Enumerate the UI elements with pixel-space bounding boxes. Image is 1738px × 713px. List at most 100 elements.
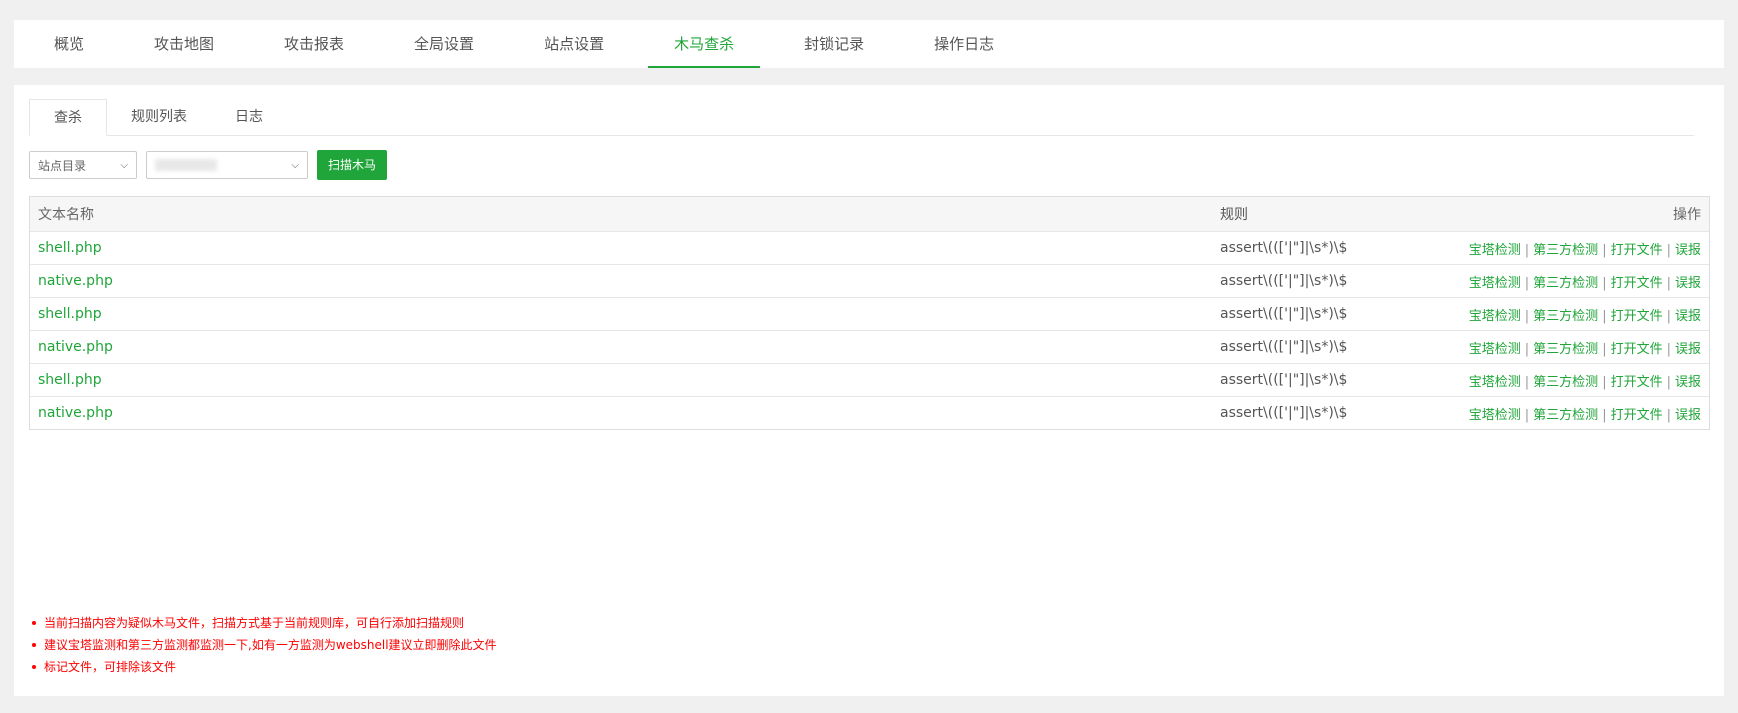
third-party-check-link[interactable]: 第三方检测 — [1533, 408, 1598, 423]
third-party-check-link[interactable]: 第三方检测 — [1533, 375, 1598, 390]
file-name-link[interactable]: shell.php — [38, 240, 102, 256]
third-party-check-link[interactable]: 第三方检测 — [1533, 243, 1598, 258]
separator: | — [1524, 275, 1530, 291]
rule-cell: assert\((['|"]|\s*)\$ — [1220, 306, 1348, 322]
rule-cell: assert\((['|"]|\s*)\$ — [1220, 405, 1348, 421]
separator: | — [1602, 275, 1607, 291]
actions-cell: 宝塔检测 | 第三方检测 | 打开文件 | 误报 — [1420, 404, 1709, 423]
chevron-down-icon: ⌵ — [291, 159, 299, 171]
separator: | — [1666, 374, 1671, 390]
open-file-link[interactable]: 打开文件 — [1611, 243, 1663, 258]
file-name-link[interactable]: native.php — [38, 273, 113, 289]
tab-attack-map[interactable]: 攻击地图 — [128, 20, 240, 68]
open-file-link[interactable]: 打开文件 — [1611, 375, 1663, 390]
false-positive-link[interactable]: 误报 — [1675, 408, 1701, 423]
open-file-link[interactable]: 打开文件 — [1611, 342, 1663, 357]
tab-global-settings[interactable]: 全局设置 — [388, 20, 500, 68]
separator: | — [1524, 308, 1530, 324]
false-positive-link[interactable]: 误报 — [1675, 276, 1701, 291]
directory-type-value: 站点目录 — [38, 158, 87, 173]
table-header: 文本名称 规则 操作 — [30, 197, 1709, 231]
subtab-log[interactable]: 日志 — [211, 99, 287, 135]
scan-trojan-button[interactable]: 扫描木马 — [317, 150, 388, 180]
actions-cell: 宝塔检测 | 第三方检测 | 打开文件 | 误报 — [1420, 239, 1709, 258]
rule-cell: assert\((['|"]|\s*)\$ — [1220, 240, 1348, 256]
top-nav: 概览 攻击地图 攻击报表 全局设置 站点设置 木马查杀 封锁记录 操作日志 — [14, 20, 1724, 68]
separator: | — [1524, 407, 1530, 423]
false-positive-link[interactable]: 误报 — [1675, 375, 1701, 390]
open-file-link[interactable]: 打开文件 — [1611, 309, 1663, 324]
tip-item: 标记文件，可排除该文件 — [32, 656, 497, 678]
separator: | — [1602, 374, 1607, 390]
actions-cell: 宝塔检测 | 第三方检测 | 打开文件 | 误报 — [1420, 305, 1709, 324]
file-name-cell: shell.php — [30, 240, 1220, 256]
scan-results-table: 文本名称 规则 操作 shell.php assert\((['|"]|\s*)\… — [29, 196, 1710, 430]
directory-type-select[interactable]: 站点目录 ⌵ — [29, 151, 137, 179]
bt-check-link[interactable]: 宝塔检测 — [1469, 408, 1521, 423]
tab-block-records[interactable]: 封锁记录 — [778, 20, 890, 68]
tip-item: 建议宝塔监测和第三方监测都监测一下,如有一方监测为webshell建议立即删除此… — [32, 634, 497, 656]
separator: | — [1524, 242, 1530, 258]
chevron-down-icon: ⌵ — [120, 159, 128, 171]
table-row: native.php assert\((['|"]|\s*)\$ 宝塔检测 | 第三方检… — [30, 264, 1709, 297]
scan-toolbar: 站点目录 ⌵ ⌵ 扫描木马 — [29, 150, 388, 180]
tip-item: 当前扫描内容为疑似木马文件，扫描方式基于当前规则库，可自行添加扫描规则 — [32, 612, 497, 634]
file-name-cell: native.php — [30, 405, 1220, 421]
file-name-link[interactable]: shell.php — [38, 306, 102, 322]
file-name-link[interactable]: native.php — [38, 339, 113, 355]
false-positive-link[interactable]: 误报 — [1675, 243, 1701, 258]
subtab-rule-list[interactable]: 规则列表 — [107, 99, 211, 135]
table-row: shell.php assert\((['|"]|\s*)\$ 宝塔检测 | 第三方检测… — [30, 231, 1709, 264]
file-name-cell: native.php — [30, 273, 1220, 289]
file-name-cell: shell.php — [30, 372, 1220, 388]
site-path-select[interactable]: ⌵ — [146, 151, 308, 179]
actions-cell: 宝塔检测 | 第三方检测 | 打开文件 | 误报 — [1420, 371, 1709, 390]
separator: | — [1524, 341, 1530, 357]
main-panel: 查杀 规则列表 日志 站点目录 ⌵ ⌵ 扫描木马 文本名称 规则 操作 shel… — [14, 85, 1724, 696]
rule-cell: assert\((['|"]|\s*)\$ — [1220, 372, 1348, 388]
bt-check-link[interactable]: 宝塔检测 — [1469, 309, 1521, 324]
table-row: shell.php assert\((['|"]|\s*)\$ 宝塔检测 | 第三方检测… — [30, 297, 1709, 330]
header-rule: 规则 — [1220, 207, 1248, 223]
bt-check-link[interactable]: 宝塔检测 — [1469, 276, 1521, 291]
tab-trojan-scan[interactable]: 木马查杀 — [648, 20, 761, 68]
separator: | — [1524, 374, 1530, 390]
tab-attack-report[interactable]: 攻击报表 — [258, 20, 370, 68]
header-file-name: 文本名称 — [38, 207, 94, 223]
file-name-link[interactable]: native.php — [38, 405, 113, 421]
false-positive-link[interactable]: 误报 — [1675, 342, 1701, 357]
separator: | — [1666, 341, 1671, 357]
bt-check-link[interactable]: 宝塔检测 — [1469, 375, 1521, 390]
subtab-scan[interactable]: 查杀 — [29, 99, 107, 136]
table-row: shell.php assert\((['|"]|\s*)\$ 宝塔检测 | 第三方检测… — [30, 363, 1709, 396]
separator: | — [1666, 242, 1671, 258]
bt-check-link[interactable]: 宝塔检测 — [1469, 243, 1521, 258]
separator: | — [1602, 407, 1607, 423]
table-row: native.php assert\((['|"]|\s*)\$ 宝塔检测 | 第三方检… — [30, 396, 1709, 429]
separator: | — [1666, 407, 1671, 423]
bt-check-link[interactable]: 宝塔检测 — [1469, 342, 1521, 357]
tab-overview[interactable]: 概览 — [28, 20, 110, 68]
open-file-link[interactable]: 打开文件 — [1611, 276, 1663, 291]
table-row: native.php assert\((['|"]|\s*)\$ 宝塔检测 | 第三方检… — [30, 330, 1709, 363]
separator: | — [1602, 242, 1607, 258]
separator: | — [1666, 275, 1671, 291]
tab-site-settings[interactable]: 站点设置 — [518, 20, 630, 68]
third-party-check-link[interactable]: 第三方检测 — [1533, 309, 1598, 324]
tab-operation-log[interactable]: 操作日志 — [908, 20, 1020, 68]
tips-list: 当前扫描内容为疑似木马文件，扫描方式基于当前规则库，可自行添加扫描规则 建议宝塔… — [32, 612, 497, 678]
file-name-link[interactable]: shell.php — [38, 372, 102, 388]
file-name-cell: shell.php — [30, 306, 1220, 322]
rule-cell: assert\((['|"]|\s*)\$ — [1220, 339, 1348, 355]
third-party-check-link[interactable]: 第三方检测 — [1533, 342, 1598, 357]
actions-cell: 宝塔检测 | 第三方检测 | 打开文件 | 误报 — [1420, 338, 1709, 357]
third-party-check-link[interactable]: 第三方检测 — [1533, 276, 1598, 291]
false-positive-link[interactable]: 误报 — [1675, 309, 1701, 324]
open-file-link[interactable]: 打开文件 — [1611, 408, 1663, 423]
site-path-value-obscured — [155, 159, 217, 171]
separator: | — [1666, 308, 1671, 324]
separator: | — [1602, 341, 1607, 357]
actions-cell: 宝塔检测 | 第三方检测 | 打开文件 | 误报 — [1420, 272, 1709, 291]
header-actions: 操作 — [1673, 207, 1701, 223]
rule-cell: assert\((['|"]|\s*)\$ — [1220, 273, 1348, 289]
